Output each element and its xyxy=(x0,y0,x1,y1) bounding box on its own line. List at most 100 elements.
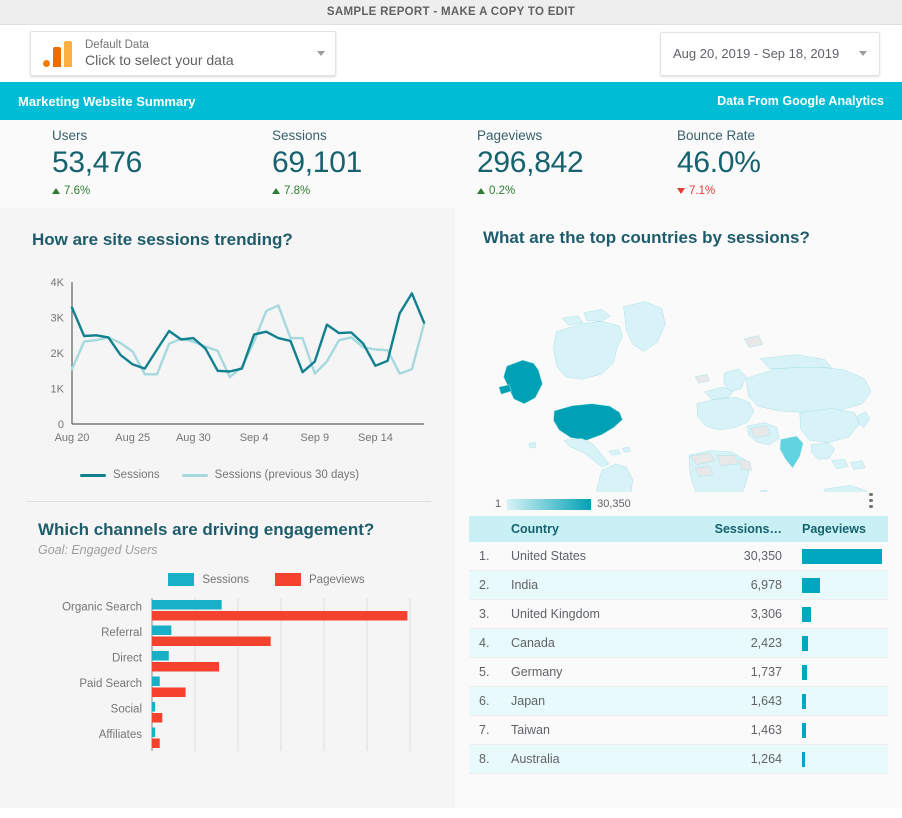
table-cell-pageviews xyxy=(796,693,888,709)
table-cell-country: India xyxy=(511,578,539,592)
table-cell-sessions: 1,643 xyxy=(750,694,782,708)
date-range-selector[interactable]: Aug 20, 2019 - Sep 18, 2019 xyxy=(660,31,880,76)
date-range-value: Aug 20, 2019 - Sep 18, 2019 xyxy=(673,46,840,61)
scorecard-pageviews[interactable]: Pageviews 296,842 0.2% xyxy=(465,128,665,197)
map-legend-min: 1 xyxy=(495,498,502,510)
table-cell-sessions: 3,306 xyxy=(750,607,782,621)
map-legend-max: 30,350 xyxy=(597,498,631,510)
pageviews-bar xyxy=(802,664,807,680)
table-cell-country: Taiwan xyxy=(511,723,550,737)
pageviews-bar xyxy=(802,606,811,622)
map-panel: What are the top countries by sessions? … xyxy=(455,208,902,510)
svg-text:0: 0 xyxy=(58,419,64,431)
table-cell-sessions: 1,463 xyxy=(750,723,782,737)
svg-text:Aug 20: Aug 20 xyxy=(55,432,90,444)
table-row[interactable]: 4. Canada 2,423 xyxy=(469,629,888,658)
svg-text:Aug 25: Aug 25 xyxy=(115,432,150,444)
world-map[interactable] xyxy=(483,264,880,494)
svg-text:Referral: Referral xyxy=(101,627,142,639)
map-title: What are the top countries by sessions? xyxy=(483,228,810,247)
svg-text:3K: 3K xyxy=(51,313,65,325)
table-cell-pageviews xyxy=(796,722,888,738)
table-cell-sessions: 1,264 xyxy=(750,752,782,766)
scorecard-delta: 7.6% xyxy=(52,185,260,197)
chevron-down-icon[interactable] xyxy=(859,51,867,56)
table-cell-rank: 5. xyxy=(479,665,490,679)
scorecard-title: Bounce Rate xyxy=(677,128,756,143)
table-cell-rank: 7. xyxy=(479,723,490,737)
country-table: Country Sessions… Pageviews 1. United Sta… xyxy=(469,516,888,774)
table-row[interactable]: 6. Japan 1,643 xyxy=(469,687,888,716)
bar-chart-svg: Organic Search Referral Direct Paid Search S… xyxy=(62,598,411,751)
scorecard-value: 46.0% xyxy=(677,146,761,179)
table-header-pageviews[interactable]: Pageviews xyxy=(796,522,888,536)
arrow-down-icon xyxy=(677,187,685,194)
scorecard-value: 69,101 xyxy=(272,146,362,179)
scorecard-delta: 7.1% xyxy=(677,185,865,197)
table-row[interactable]: 2. India 6,978 xyxy=(469,571,888,600)
legend-swatch xyxy=(80,473,106,477)
bar-chart[interactable]: Organic Search Referral Direct Paid Search S… xyxy=(38,594,435,754)
table-cell-rank: 1. xyxy=(479,549,490,563)
left-column: How are site sessions trending? 0 1K 2K 3K 4… xyxy=(0,208,455,808)
arrow-up-icon xyxy=(52,187,60,194)
arrow-up-icon xyxy=(477,187,485,194)
table-header-row: Country Sessions… Pageviews xyxy=(469,516,888,542)
pageviews-bar xyxy=(802,635,809,651)
table-row[interactable]: 7. Taiwan 1,463 xyxy=(469,716,888,745)
pageviews-bar xyxy=(802,548,882,564)
scorecard-sessions[interactable]: Sessions 69,101 7.8% xyxy=(260,128,465,197)
report-page: SAMPLE REPORT - MAKE A COPY TO EDIT Defa… xyxy=(0,0,902,818)
scorecard-value: 296,842 xyxy=(477,146,584,179)
scorecard-title: Users xyxy=(52,128,88,143)
kebab-menu-icon[interactable] xyxy=(864,490,878,511)
svg-text:Sep 14: Sep 14 xyxy=(358,432,393,444)
line-chart[interactable]: 0 1K 2K 3K 4K Aug 20 Aug 25 Aug 30 Sep 4 Sep 9 Sep… xyxy=(32,272,431,457)
table-cell-country: United States xyxy=(511,549,587,563)
bar-chart-panel: Which channels are driving engagement? G… xyxy=(0,502,455,754)
right-column: What are the top countries by sessions? … xyxy=(455,208,902,808)
table-row[interactable]: 1. United States 30,350 xyxy=(469,542,888,571)
svg-text:1K: 1K xyxy=(51,384,65,396)
table-body: 1. United States 30,350 2. India 6,978 3. Unite… xyxy=(469,542,888,774)
table-row[interactable]: 3. United Kingdom 3,306 xyxy=(469,600,888,629)
data-source-text: Default Data Click to select your data xyxy=(85,39,309,68)
chevron-down-icon[interactable] xyxy=(317,51,325,56)
table-row[interactable]: 5. Germany 1,737 xyxy=(469,658,888,687)
legend-item-sessions-previous[interactable]: Sessions (previous 30 days) xyxy=(181,469,360,481)
table-cell-rank: 4. xyxy=(479,636,490,650)
table-cell-country: United Kingdom xyxy=(511,607,600,621)
table-cell-rank: 2. xyxy=(479,578,490,592)
table-row[interactable]: 8. Australia 1,264 xyxy=(469,745,888,774)
scorecard-value: 53,476 xyxy=(52,146,142,179)
table-cell-pageviews xyxy=(796,577,888,593)
scorecard-title: Pageviews xyxy=(477,128,543,143)
table-header-sessions[interactable]: Sessions… xyxy=(692,522,796,536)
pageviews-bar xyxy=(802,751,806,767)
bar-chart-subtitle: Goal: Engaged Users xyxy=(38,543,158,557)
table-header-country[interactable]: Country xyxy=(511,522,692,536)
data-source-selector[interactable]: Default Data Click to select your data xyxy=(30,31,336,76)
bar-chart-legend: Sessions Pageviews xyxy=(98,573,435,586)
scorecard-bounce-rate[interactable]: Bounce Rate 46.0% 7.1% xyxy=(665,128,865,197)
legend-item-sessions[interactable]: Sessions xyxy=(80,469,160,481)
scorecard-delta: 0.2% xyxy=(477,185,665,197)
legend-swatch xyxy=(168,573,195,586)
line-chart-panel: How are site sessions trending? 0 1K 2K 3K 4… xyxy=(0,208,455,481)
map-color-legend: 1 30,350 xyxy=(495,498,880,510)
legend-item-pageviews[interactable]: Pageviews xyxy=(275,573,365,586)
scorecard-users[interactable]: Users 53,476 7.6% xyxy=(40,128,260,197)
legend-label: Sessions xyxy=(202,573,250,586)
scorecard-delta-value: 0.2% xyxy=(489,184,516,197)
pageviews-bar xyxy=(802,693,807,709)
legend-item-sessions[interactable]: Sessions xyxy=(168,573,249,586)
table-cell-country: Australia xyxy=(511,752,560,766)
bar-chart-title: Which channels are driving engagement? xyxy=(38,520,375,539)
legend-swatch xyxy=(181,473,208,477)
table-cell-pageviews xyxy=(796,606,888,622)
legend-label: Sessions (previous 30 days) xyxy=(214,469,360,481)
data-source-label: Default Data xyxy=(85,38,149,51)
table-cell-country: Japan xyxy=(511,694,546,708)
table-cell-sessions: 30,350 xyxy=(743,549,782,563)
sample-report-text: SAMPLE REPORT - MAKE A COPY TO EDIT xyxy=(326,6,576,18)
